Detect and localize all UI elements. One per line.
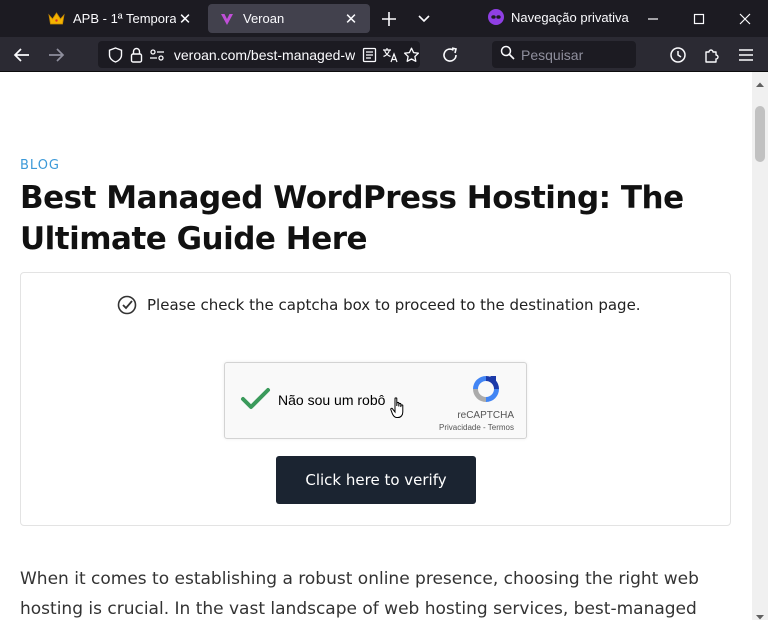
hamburger-menu-icon[interactable] xyxy=(734,43,758,67)
reader-view-icon[interactable] xyxy=(361,46,379,64)
search-box[interactable] xyxy=(492,41,636,68)
address-bar[interactable]: veroan.com/best-managed-w xyxy=(98,41,420,68)
minimize-icon[interactable] xyxy=(640,6,666,32)
check-circle-icon xyxy=(117,295,137,315)
search-input[interactable] xyxy=(521,46,629,63)
recaptcha-widget[interactable]: Não sou um robô reCAPTCHA Privacidade - … xyxy=(224,362,527,439)
back-arrow-icon[interactable] xyxy=(10,43,34,67)
list-tabs-chevron-icon[interactable] xyxy=(414,10,434,28)
forward-arrow-icon[interactable] xyxy=(44,43,68,67)
private-mask-icon xyxy=(488,9,504,25)
recaptcha-brand: reCAPTCHA xyxy=(457,410,514,421)
close-tab-icon[interactable]: ✕ xyxy=(342,10,360,28)
verify-button[interactable]: Click here to verify xyxy=(276,456,476,504)
new-tab-plus-icon[interactable] xyxy=(378,8,400,30)
close-window-icon[interactable] xyxy=(732,6,758,32)
page-scrollbar[interactable] xyxy=(752,72,768,620)
recaptcha-logo-icon xyxy=(470,373,502,405)
category-label[interactable]: BLOG xyxy=(20,158,60,173)
page-viewport: BLOG Best Managed WordPress Hosting: The… xyxy=(0,72,752,620)
navigation-toolbar: veroan.com/best-managed-w xyxy=(0,37,768,72)
recaptcha-label: Não sou um robô xyxy=(278,392,386,408)
url-text[interactable]: veroan.com/best-managed-w xyxy=(174,47,355,63)
bookmark-star-icon[interactable] xyxy=(402,46,420,64)
site-permissions-icon[interactable] xyxy=(148,46,166,64)
scroll-down-arrow-icon[interactable] xyxy=(756,608,764,620)
private-browsing-indicator: Navegação privativa xyxy=(488,9,629,25)
veroan-logo-icon xyxy=(218,10,235,27)
recaptcha-privacy-terms-links[interactable]: Privacidade - Termos xyxy=(439,423,514,432)
hand-pointer-cursor-icon xyxy=(390,397,406,419)
private-browsing-label: Navegação privativa xyxy=(511,9,629,25)
article-title: Best Managed WordPress Hosting: The Ulti… xyxy=(20,180,684,257)
extensions-puzzle-icon[interactable] xyxy=(700,43,724,67)
close-tab-icon[interactable]: ✕ xyxy=(176,10,194,28)
scroll-up-arrow-icon[interactable] xyxy=(756,76,764,87)
captcha-notice: Please check the captcha box to proceed … xyxy=(117,295,641,315)
scrollbar-thumb[interactable] xyxy=(755,106,765,162)
tab-title: APB - 1ª Temporada xyxy=(73,11,176,26)
maximize-icon[interactable] xyxy=(686,6,712,32)
article-paragraph: When it comes to establishing a robust o… xyxy=(20,569,699,619)
tab-apb[interactable]: APB - 1ª Temporada ✕ xyxy=(38,4,204,33)
tracking-protection-shield-icon[interactable] xyxy=(107,46,125,64)
tab-strip: APB - 1ª Temporada ✕ Veroan ✕ Navegação … xyxy=(0,0,768,37)
captcha-notice-text: Please check the captcha box to proceed … xyxy=(147,296,641,314)
reload-icon[interactable] xyxy=(438,43,462,67)
captcha-card: Please check the captcha box to proceed … xyxy=(20,272,731,526)
recaptcha-checkmark-icon[interactable] xyxy=(240,387,272,411)
padlock-icon[interactable] xyxy=(128,46,146,64)
tab-veroan[interactable]: Veroan ✕ xyxy=(208,4,370,33)
crown-icon xyxy=(48,10,65,27)
history-clock-icon[interactable] xyxy=(666,43,690,67)
tab-title: Veroan xyxy=(243,11,285,26)
translate-icon[interactable] xyxy=(382,46,400,64)
search-icon xyxy=(500,45,515,65)
